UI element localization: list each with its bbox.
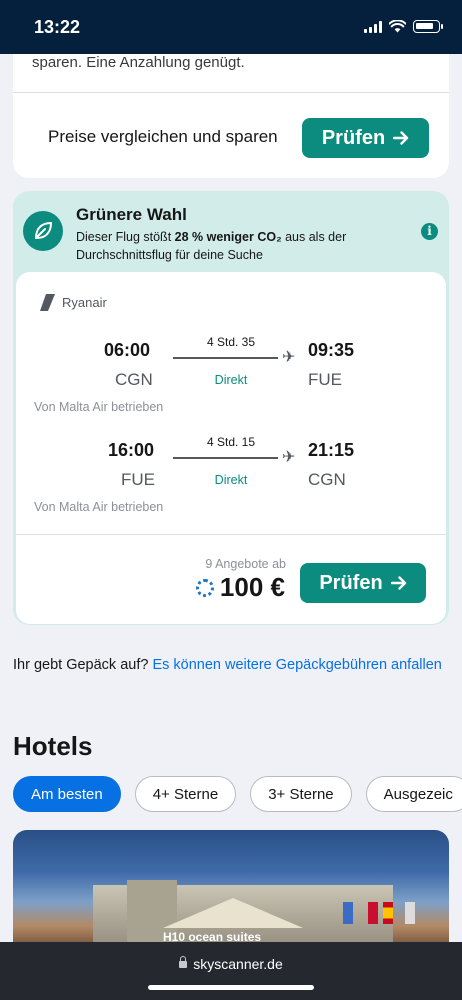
chip-3-stars[interactable]: 3+ Sterne [250,776,352,812]
leaf-icon [23,211,63,251]
baggage-fees-link[interactable]: Es können weitere Gepäckgebühren anfalle… [152,657,441,673]
check-button-label: Prüfen [319,571,383,594]
hotel-filter-chips: Am besten 4+ Sterne 3+ Sterne Ausgezeic [13,776,462,812]
browser-bar: skyscanner.de [0,942,462,1000]
arrival-time: 21:15 [308,440,355,460]
operator: Von Malta Air betrieben [34,500,164,514]
plane-icon: ✈ [282,449,296,466]
home-indicator[interactable] [148,985,314,990]
return-leg: 16:00 FUE 4 Std. 15 ✈ Direkt 21:15 CGN V… [16,434,446,534]
offers-count: 9 Angebote ab [205,557,286,571]
stops: Direkt [214,473,248,487]
hotels-heading: Hotels [13,731,93,761]
arrow-right-icon [393,131,409,145]
baggage-question: Ihr gebt Gepäck auf? [13,657,153,673]
status-bar: 13:22 [0,0,462,54]
chip-awarded[interactable]: Ausgezeic [365,776,462,812]
airline-name: Ryanair [62,294,107,310]
arrival-time: 09:35 [308,340,355,360]
duration: 4 Std. 35 [206,335,256,349]
url-text: skyscanner.de [193,956,283,972]
departure-airport: CGN [115,370,153,389]
baggage-note: Ihr gebt Gepäck auf? Es können weitere G… [13,654,443,677]
greener-description: Dieser Flug stößt 28 % weniger CO₂ aus a… [76,230,347,262]
plane-icon: ✈ [282,349,296,366]
info-icon[interactable]: i [421,223,438,240]
departure-airport: FUE [121,470,155,489]
arrival-airport: CGN [308,470,346,489]
arrow-right-icon [390,576,406,590]
status-icons [364,20,443,33]
loading-spinner-icon [195,578,214,597]
airline: Ryanair [36,292,107,312]
status-time: 13:22 [34,17,81,37]
signal-icon [364,20,382,33]
duration: 4 Std. 15 [206,435,256,449]
divider [16,534,446,535]
check-button-label: Prüfen [321,126,386,149]
deposit-text: sparen. Eine Anzahlung genügt. [32,54,245,71]
price-value: 100 € [219,572,285,602]
check-button-top[interactable]: Prüfen [302,118,429,158]
departure-time: 16:00 [108,440,155,460]
chip-best[interactable]: Am besten [13,776,121,812]
departure-time: 06:00 [104,340,151,360]
compare-text: Preise vergleichen und sparen [48,127,278,146]
wifi-icon [389,20,406,33]
ryanair-logo-icon [40,294,55,311]
arrival-airport: FUE [308,370,342,389]
price: 100 € [195,572,285,603]
divider [13,92,449,93]
greener-title: Grünere Wahl [76,205,187,224]
battery-icon [413,20,443,33]
outbound-leg: 06:00 CGN 4 Std. 35 ✈ Direkt 09:35 FUE V… [16,334,446,434]
price-compare-card: sparen. Eine Anzahlung genügt. Preise ve… [13,54,449,178]
route-line [173,357,278,359]
lock-icon [179,955,188,968]
check-button-flight[interactable]: Prüfen [300,563,426,603]
operator: Von Malta Air betrieben [34,400,164,414]
chip-4-stars[interactable]: 4+ Sterne [134,776,237,812]
flight-card[interactable]: Ryanair 06:00 CGN 4 Std. 35 ✈ Direkt 09:… [16,272,446,624]
route-line [173,457,278,459]
stops: Direkt [214,373,248,387]
hotel-image[interactable]: H10 ocean suites [13,830,449,950]
url-bar[interactable]: skyscanner.de [0,955,462,972]
